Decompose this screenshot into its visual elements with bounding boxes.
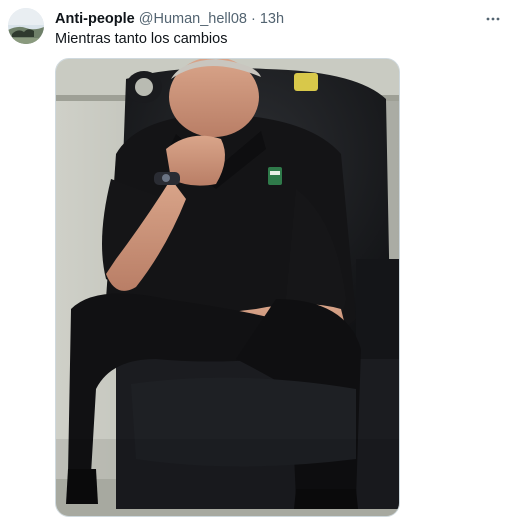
- author-handle[interactable]: @Human_hell08: [139, 11, 247, 27]
- author-display-name[interactable]: Anti-people: [55, 11, 135, 27]
- tweet-media-photo[interactable]: [55, 58, 400, 517]
- separator-dot: ·: [250, 11, 256, 27]
- tweet-timestamp[interactable]: 13h: [260, 11, 284, 27]
- avatar-icon: [8, 8, 44, 44]
- more-options-button[interactable]: [483, 9, 503, 29]
- tweet-card[interactable]: Anti-people @Human_hell08 · 13h Mientras…: [0, 0, 513, 522]
- avatar[interactable]: [8, 8, 44, 44]
- photo-image: [56, 59, 399, 516]
- tweet-text: Mientras tanto los cambios: [55, 31, 228, 47]
- more-options-icon: [486, 17, 500, 21]
- tweet-header: Anti-people @Human_hell08 · 13h: [55, 9, 284, 29]
